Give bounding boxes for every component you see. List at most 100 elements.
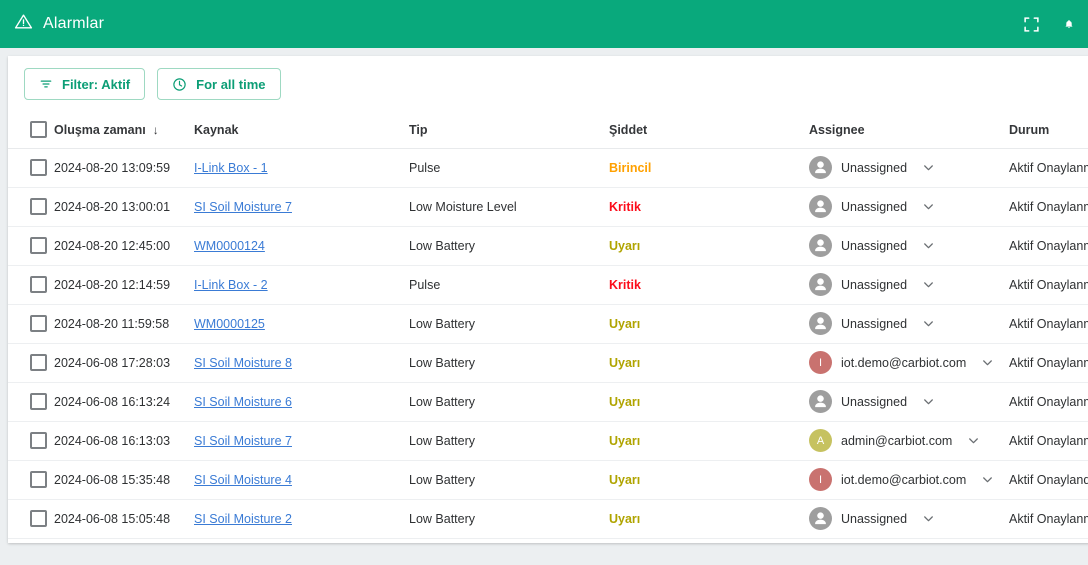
chevron-down-icon[interactable] xyxy=(922,200,935,213)
cell-type: Low Moisture Level xyxy=(409,187,609,227)
cell-severity: Uyarı xyxy=(609,460,809,500)
source-link[interactable]: WM0000124 xyxy=(194,239,265,253)
avatar: A xyxy=(809,429,832,452)
table-row[interactable]: 2024-08-20 13:00:01 SI Soil Moisture 7 Low… xyxy=(8,187,1088,227)
cell-status: Aktif Onaylanmadı xyxy=(1009,148,1088,188)
row-checkbox[interactable] xyxy=(30,471,47,488)
row-checkbox[interactable] xyxy=(30,510,47,527)
chevron-down-icon[interactable] xyxy=(922,512,935,525)
column-header-assignee[interactable]: Assignee xyxy=(809,112,1009,149)
assignee-name: Unassigned xyxy=(841,238,908,253)
app-header: Alarmlar xyxy=(0,0,1088,48)
cell-status: Aktif Onaylanmadı xyxy=(1009,304,1088,344)
source-link[interactable]: SI Soil Moisture 2 xyxy=(194,512,292,526)
table-row[interactable]: 2024-08-20 13:09:59 I-Link Box - 1 Pulse Bi… xyxy=(8,148,1088,188)
fullscreen-icon[interactable] xyxy=(1020,13,1042,35)
table-row[interactable]: 2024-06-08 17:28:03 SI Soil Moisture 8 Low… xyxy=(8,343,1088,383)
select-all-checkbox[interactable] xyxy=(30,121,47,139)
source-link[interactable]: SI Soil Moisture 7 xyxy=(194,434,292,448)
person-icon xyxy=(809,195,832,218)
person-icon xyxy=(809,507,832,530)
cell-status: Aktif Onaylanmadı xyxy=(1009,226,1088,266)
cell-severity: Uyarı xyxy=(609,226,809,266)
row-checkbox[interactable] xyxy=(30,198,47,215)
row-select-cell xyxy=(8,382,54,422)
time-range-button-label: For all time xyxy=(196,76,266,92)
column-header-status[interactable]: Durum xyxy=(1009,112,1088,149)
cell-assignee: Unassigned xyxy=(809,187,1009,227)
row-checkbox[interactable] xyxy=(30,315,47,332)
chevron-down-icon[interactable] xyxy=(922,395,935,408)
cell-source: SI Soil Moisture 8 xyxy=(194,343,409,383)
source-link[interactable]: WM0000125 xyxy=(194,317,265,331)
person-icon xyxy=(809,234,832,257)
assignee-name: Unassigned xyxy=(841,199,908,214)
cell-assignee: Iiot.demo@carbiot.com xyxy=(809,343,1009,383)
source-link[interactable]: SI Soil Moisture 4 xyxy=(194,473,292,487)
row-checkbox[interactable] xyxy=(30,432,47,449)
row-checkbox[interactable] xyxy=(30,237,47,254)
cell-status: Aktif Onaylanmadı xyxy=(1009,343,1088,383)
cell-type: Pulse xyxy=(409,265,609,305)
cell-source: SI Soil Moisture 7 xyxy=(194,187,409,227)
source-link[interactable]: I-Link Box - 2 xyxy=(194,278,268,292)
row-select-cell xyxy=(8,460,54,500)
row-select-cell xyxy=(8,148,54,188)
page-title: Alarmlar xyxy=(43,15,105,32)
column-header-type[interactable]: Tip xyxy=(409,112,609,149)
cell-created-time: 2024-08-20 12:45:00 xyxy=(54,226,194,266)
source-link[interactable]: SI Soil Moisture 7 xyxy=(194,200,292,214)
person-icon xyxy=(809,312,832,335)
assignee-name: admin@carbiot.com xyxy=(841,433,953,448)
table-row[interactable]: 2024-06-08 15:05:48 SI Soil Moisture 2 Low… xyxy=(8,499,1088,539)
cell-assignee: Unassigned xyxy=(809,499,1009,539)
row-select-cell xyxy=(8,226,54,266)
column-header-source[interactable]: Kaynak xyxy=(194,112,409,149)
chevron-down-icon[interactable] xyxy=(981,473,994,486)
table-row[interactable]: 2024-06-08 16:13:03 SI Soil Moisture 7 Low… xyxy=(8,421,1088,461)
chevron-down-icon[interactable] xyxy=(922,239,935,252)
source-link[interactable]: SI Soil Moisture 8 xyxy=(194,356,292,370)
cell-assignee: Unassigned xyxy=(809,382,1009,422)
table-row[interactable]: 2024-08-20 12:45:00 WM0000124 Low Battery U… xyxy=(8,226,1088,266)
severity-badge: Kritik xyxy=(609,199,641,214)
cell-type: Low Battery xyxy=(409,460,609,500)
source-link[interactable]: I-Link Box - 1 xyxy=(194,161,268,175)
table-row[interactable]: 2024-08-20 12:14:59 I-Link Box - 2 Pulse Kr… xyxy=(8,265,1088,305)
filter-button[interactable]: Filter: Aktif xyxy=(24,68,146,100)
row-checkbox[interactable] xyxy=(30,159,47,176)
column-header-time[interactable]: Oluşma zamanı ↓ xyxy=(54,112,194,149)
person-icon xyxy=(809,156,832,179)
cell-status: Aktif Onaylanmadı xyxy=(1009,187,1088,227)
cell-type: Low Battery xyxy=(409,226,609,266)
table-row[interactable]: 2024-06-08 16:13:24 SI Soil Moisture 6 Low… xyxy=(8,382,1088,422)
cell-source: I-Link Box - 1 xyxy=(194,148,409,188)
notification-bell-icon[interactable] xyxy=(1064,13,1074,35)
cell-created-time: 2024-06-08 16:13:24 xyxy=(54,382,194,422)
chevron-down-icon[interactable] xyxy=(981,356,994,369)
row-checkbox[interactable] xyxy=(30,354,47,371)
time-range-button[interactable]: For all time xyxy=(157,68,281,100)
table-row[interactable]: 2024-06-08 15:35:48 SI Soil Moisture 4 Low… xyxy=(8,460,1088,500)
chevron-down-icon[interactable] xyxy=(922,278,935,291)
chevron-down-icon[interactable] xyxy=(967,434,980,447)
person-icon xyxy=(809,390,832,413)
severity-badge: Kritik xyxy=(609,277,641,292)
cell-assignee: Iiot.demo@carbiot.com xyxy=(809,460,1009,500)
assignee-name: Unassigned xyxy=(841,394,908,409)
table-row[interactable]: 2024-08-20 11:59:58 WM0000125 Low Battery U… xyxy=(8,304,1088,344)
assignee-name: Unassigned xyxy=(841,277,908,292)
chevron-down-icon[interactable] xyxy=(922,317,935,330)
select-all-header xyxy=(8,112,54,149)
row-checkbox[interactable] xyxy=(30,393,47,410)
source-link[interactable]: SI Soil Moisture 6 xyxy=(194,395,292,409)
row-select-cell xyxy=(8,304,54,344)
row-checkbox[interactable] xyxy=(30,276,47,293)
severity-badge: Birincil xyxy=(609,160,652,175)
column-header-severity[interactable]: Şiddet xyxy=(609,112,809,149)
chevron-down-icon[interactable] xyxy=(922,161,935,174)
filter-funnel-icon xyxy=(39,77,53,91)
cell-type: Low Battery xyxy=(409,304,609,344)
table-header-row: Oluşma zamanı ↓ Kaynak Tip Şiddet Assign… xyxy=(8,112,1088,149)
cell-type: Low Battery xyxy=(409,421,609,461)
